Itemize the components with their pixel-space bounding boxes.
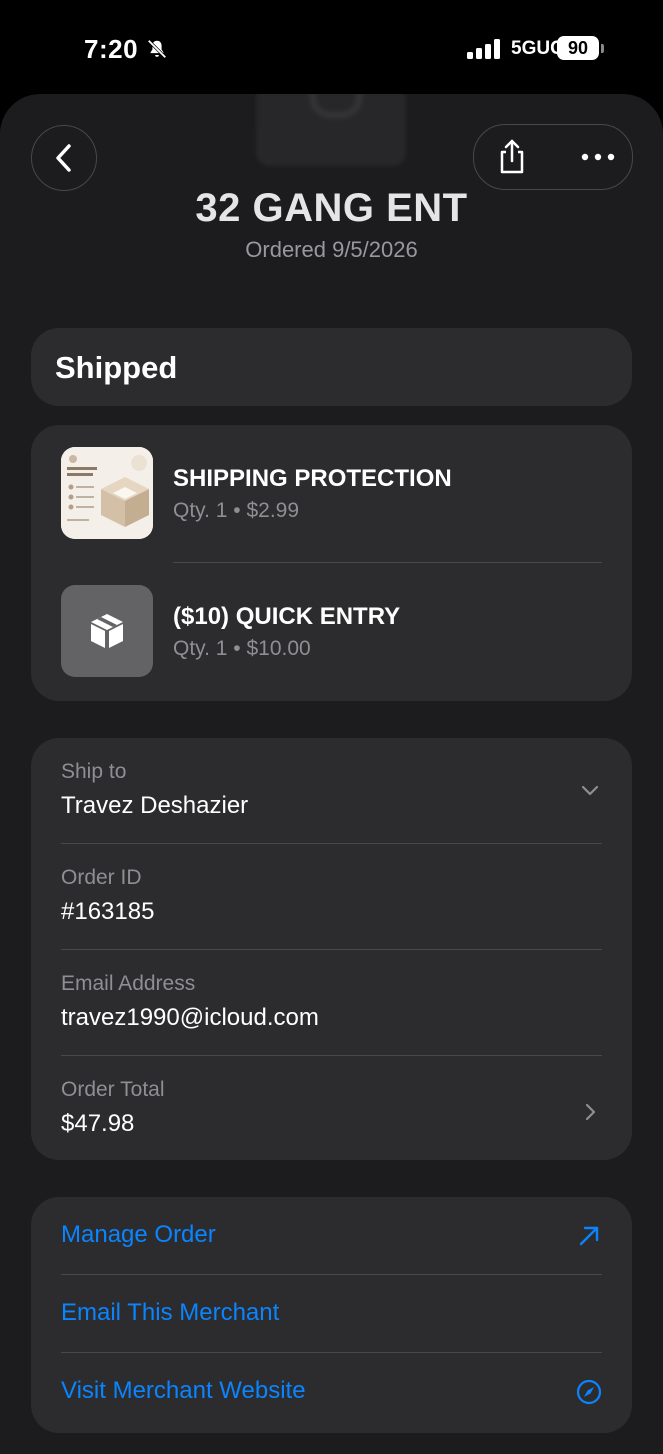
item-name: SHIPPING PROTECTION: [173, 465, 452, 492]
order-total-value: $47.98: [61, 1110, 135, 1137]
battery-level: 90: [567, 37, 589, 58]
ellipsis-icon: [581, 153, 615, 161]
action-pill: [473, 124, 633, 190]
chevron-left-icon: [56, 144, 71, 172]
shipping-protection-photo: [61, 447, 153, 539]
order-total-row[interactable]: Order Total $47.98: [61, 1056, 602, 1162]
email-merchant-label: Email This Merchant: [61, 1299, 280, 1326]
bell-slash-icon: [147, 39, 167, 59]
merchant-name: 32 GANG ENT: [195, 186, 468, 230]
order-id-value: #163185: [61, 898, 155, 925]
order-status: Shipped: [55, 350, 178, 385]
order-details-card: Ship to Travez Deshazier Order ID #16318…: [31, 738, 632, 1160]
item-qty-price: Qty. 1 • $10.00: [173, 637, 311, 660]
arrow-up-right-icon: [579, 1226, 599, 1246]
visit-website-link[interactable]: Visit Merchant Website: [61, 1353, 602, 1431]
merchant-links-card: Manage Order Email This Merchant Visit M…: [31, 1197, 632, 1433]
share-icon: [500, 139, 524, 174]
email-row: Email Address travez1990@icloud.com: [61, 950, 602, 1056]
status-time: 7:20: [84, 34, 139, 64]
order-items-card: SHIPPING PROTECTION Qty. 1 • $2.99 ($10)…: [31, 425, 632, 701]
manage-order-link[interactable]: Manage Order: [61, 1197, 602, 1275]
item-name: ($10) QUICK ENTRY: [173, 603, 401, 630]
compass-icon: [576, 1379, 602, 1405]
email-label: Email Address: [61, 972, 196, 995]
ship-to-label: Ship to: [61, 760, 127, 783]
battery-nub: [601, 44, 604, 53]
email-merchant-link[interactable]: Email This Merchant: [61, 1275, 602, 1353]
ship-to-row[interactable]: Ship to Travez Deshazier: [61, 738, 602, 844]
chevron-down-icon: [581, 785, 599, 796]
more-button[interactable]: [574, 135, 622, 179]
order-id-row: Order ID #163185: [61, 844, 602, 950]
chevron-right-icon: [585, 1103, 596, 1121]
list-item[interactable]: SHIPPING PROTECTION Qty. 1 • $2.99: [31, 425, 632, 563]
status-bar: 7:20 5GUC 90: [0, 0, 663, 96]
list-item[interactable]: ($10) QUICK ENTRY Qty. 1 • $10.00: [31, 563, 632, 701]
battery-indicator: 90: [557, 36, 599, 60]
item-thumbnail: [61, 585, 153, 677]
network-type: 5GUC: [511, 38, 564, 59]
order-total-label: Order Total: [61, 1078, 165, 1101]
back-button[interactable]: [31, 125, 97, 191]
item-qty-price: Qty. 1 • $2.99: [173, 499, 300, 522]
item-thumbnail: [61, 447, 153, 539]
order-detail-sheet: 32 GANG ENT Ordered 9/5/2026 Shipped SHI…: [0, 94, 663, 1454]
order-status-card: Shipped: [31, 328, 632, 406]
ship-to-value: Travez Deshazier: [61, 792, 249, 819]
share-button[interactable]: [490, 135, 534, 179]
signal-icon: [467, 39, 500, 59]
email-value: travez1990@icloud.com: [61, 1004, 319, 1031]
order-id-label: Order ID: [61, 866, 142, 889]
package-icon: [91, 614, 123, 648]
ordered-date: Ordered 9/5/2026: [245, 237, 418, 262]
merchant-logo: [256, 94, 406, 166]
visit-website-label: Visit Merchant Website: [61, 1377, 306, 1404]
manage-order-label: Manage Order: [61, 1221, 216, 1248]
